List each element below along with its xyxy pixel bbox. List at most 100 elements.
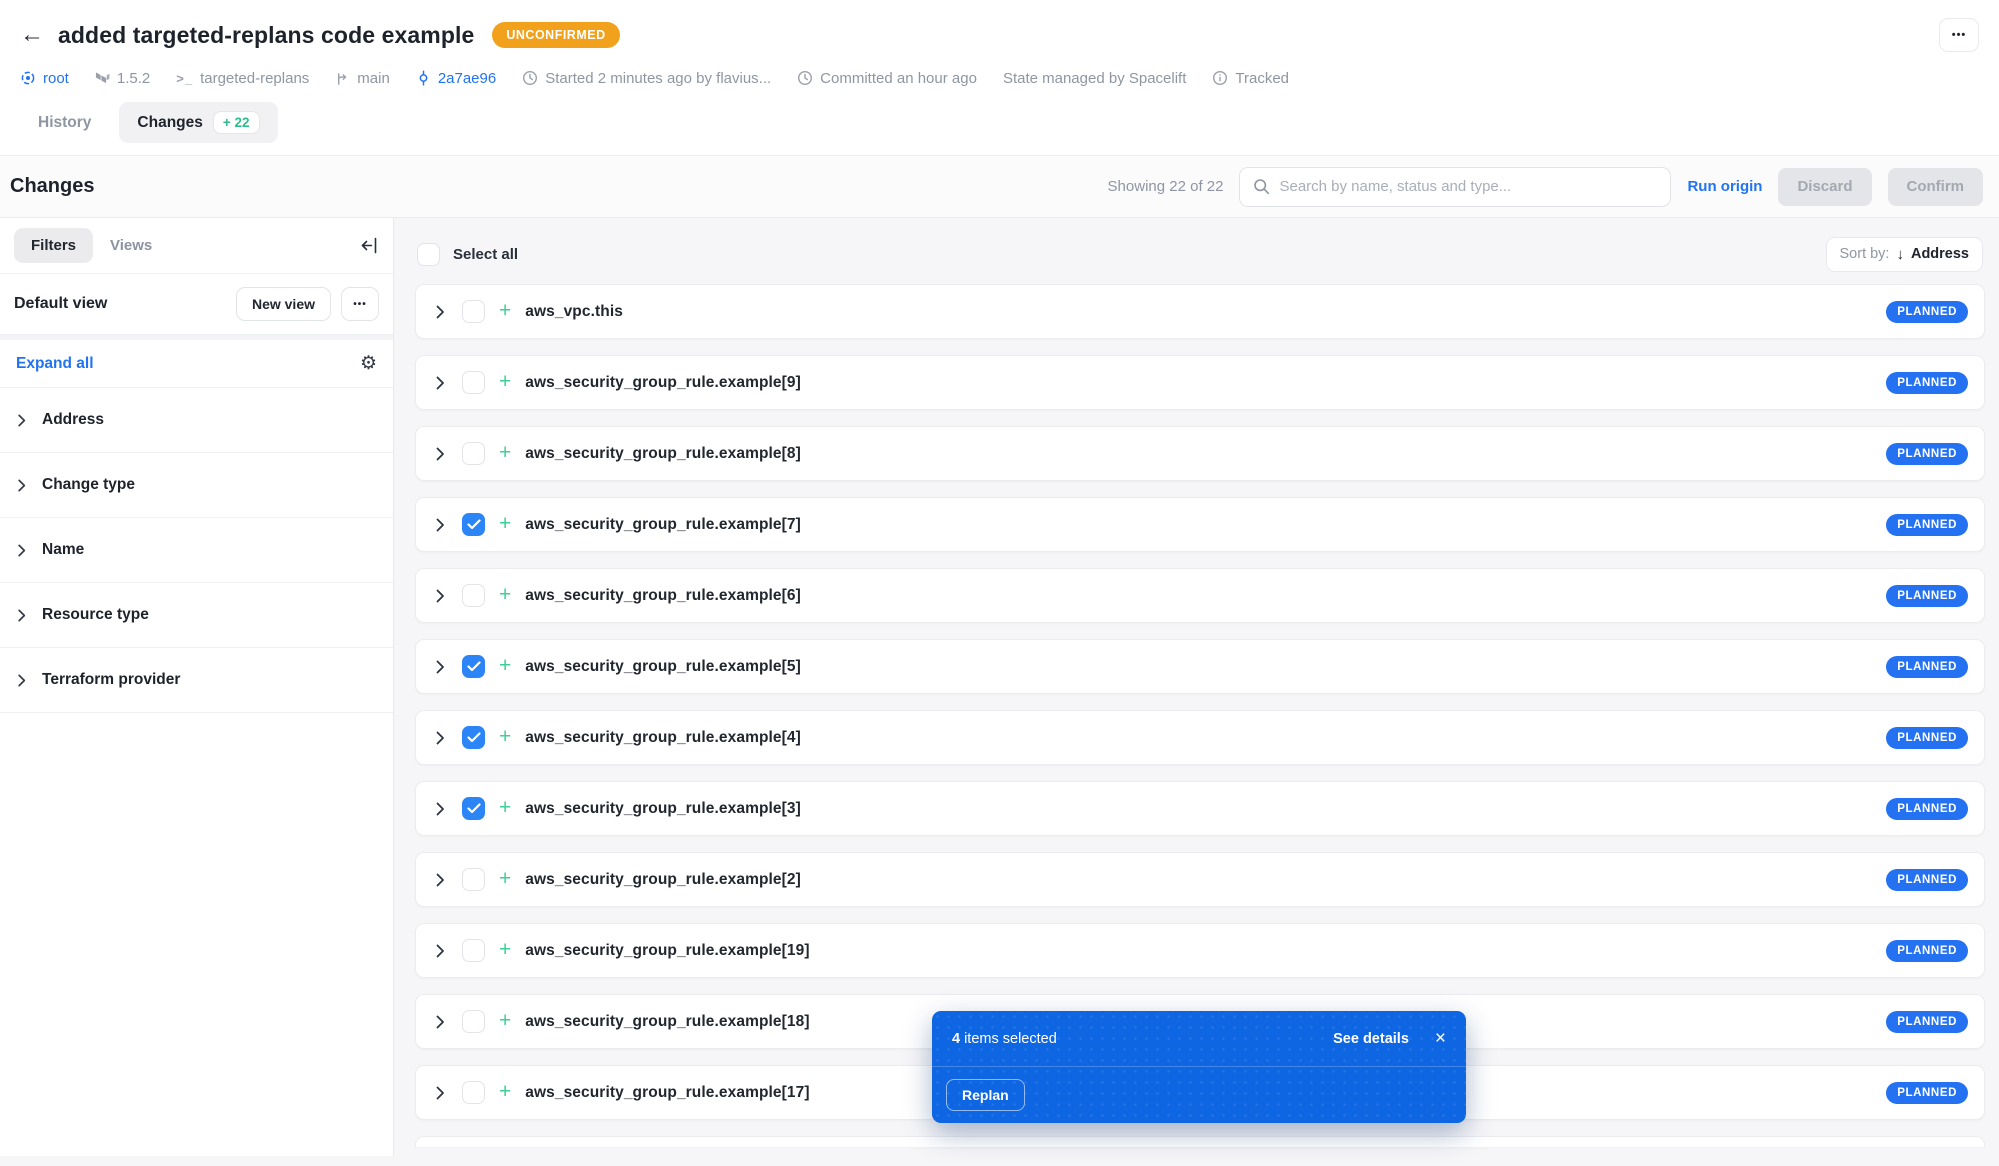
list-item[interactable]: + aws_security_group_rule.example[4] PLA… <box>415 710 1985 765</box>
row-checkbox[interactable] <box>462 300 485 323</box>
create-plus-icon: + <box>499 938 512 961</box>
select-all-checkbox[interactable] <box>417 242 440 266</box>
chevron-right-icon[interactable] <box>432 730 448 746</box>
selected-count: 4 <box>952 1030 961 1047</box>
chevron-right-icon[interactable] <box>432 1085 448 1101</box>
status-badge: PLANNED <box>1886 371 1968 394</box>
create-plus-icon: + <box>499 654 512 677</box>
chevron-right-icon[interactable] <box>432 1014 448 1030</box>
info-icon <box>1212 70 1228 86</box>
chevron-right-icon[interactable] <box>432 517 448 533</box>
row-checkbox[interactable] <box>462 797 485 820</box>
search-input[interactable] <box>1279 178 1658 195</box>
list-item[interactable]: + aws_security_group_rule.example[9] PLA… <box>415 355 1985 410</box>
meta-commit[interactable]: 2a7ae96 <box>416 70 496 87</box>
list-item[interactable]: + aws_security_group_rule.example[6] PLA… <box>415 568 1985 623</box>
filter-section-label: Change type <box>42 476 136 493</box>
terraform-icon <box>95 71 110 86</box>
collapse-sidebar-icon[interactable] <box>361 237 379 254</box>
meta-label: root <box>43 69 69 87</box>
tab-history[interactable]: History <box>20 105 109 141</box>
list-item[interactable]: + aws_security_group_rule.example[19] PL… <box>415 923 1985 978</box>
root-target-icon <box>20 70 36 86</box>
resource-address: aws_security_group_rule.example[6] <box>525 586 801 604</box>
meta-started: Started 2 minutes ago by flavius... <box>522 70 771 87</box>
meta-stack-root[interactable]: root <box>20 70 69 87</box>
sidebar-tab-views[interactable]: Views <box>93 228 169 263</box>
list-item[interactable]: + aws_security_group_rule.example[8] PLA… <box>415 426 1985 481</box>
discard-button[interactable]: Discard <box>1778 167 1872 206</box>
tab-changes[interactable]: Changes + 22 <box>119 102 278 143</box>
chevron-right-icon[interactable] <box>432 659 448 675</box>
list-item[interactable]: + aws_security_group_rule.example[2] PLA… <box>415 852 1985 907</box>
gear-icon[interactable]: ⚙ <box>360 354 377 373</box>
sort-direction-icon: ↓ <box>1896 245 1904 263</box>
run-title: added targeted-replans code example <box>58 21 475 48</box>
row-checkbox[interactable] <box>462 1081 485 1104</box>
filter-section-label: Address <box>42 411 105 428</box>
create-plus-icon: + <box>499 867 512 890</box>
list-item[interactable]: + aws_security_group_rule.example[5] PLA… <box>415 639 1985 694</box>
close-icon[interactable]: × <box>1435 1029 1446 1048</box>
list-item[interactable]: + aws_vpc.this PLANNED <box>415 284 1985 339</box>
resource-address: aws_security_group_rule.example[18] <box>525 1012 810 1030</box>
chevron-right-icon <box>14 673 29 688</box>
row-checkbox[interactable] <box>462 868 485 891</box>
row-checkbox[interactable] <box>462 726 485 749</box>
chevron-right-icon[interactable] <box>432 588 448 604</box>
filter-section-terraform-provider[interactable]: Terraform provider <box>0 648 393 713</box>
sort-by-label: Sort by: <box>1839 246 1890 262</box>
run-meta-row: root 1.5.2 >_ targeted-replans main 2a7a… <box>20 64 1979 92</box>
chevron-right-icon[interactable] <box>432 872 448 888</box>
filters-sidebar: Filters Views Default view New view ••• … <box>0 218 394 1156</box>
row-checkbox[interactable] <box>462 584 485 607</box>
filter-section-resource-type[interactable]: Resource type <box>0 583 393 648</box>
branch-icon <box>335 71 350 86</box>
search-box[interactable] <box>1239 166 1672 207</box>
row-checkbox[interactable] <box>462 513 485 536</box>
changes-count-badge: + 22 <box>212 111 260 134</box>
create-plus-icon: + <box>499 441 512 464</box>
default-view-label: Default view <box>14 295 108 312</box>
sort-by-control[interactable]: Sort by: ↓ Address <box>1825 236 1983 272</box>
filter-sections: Address Change type Name Resource type Terra… <box>0 388 393 713</box>
create-plus-icon: + <box>499 725 512 748</box>
meta-label: 2a7ae96 <box>437 69 497 87</box>
create-plus-icon: + <box>499 299 512 322</box>
chevron-right-icon[interactable] <box>432 304 448 320</box>
list-item[interactable]: + aws_security_group_rule.example[7] PLA… <box>415 497 1985 552</box>
chevron-right-icon[interactable] <box>432 801 448 817</box>
sidebar-tab-filters[interactable]: Filters <box>14 228 94 263</box>
run-header: ← added targeted-replans code example UN… <box>0 0 1999 156</box>
filter-section-label: Name <box>42 541 85 558</box>
showing-count: Showing 22 of 22 <box>1107 178 1224 195</box>
see-details-link[interactable]: See details <box>1333 1031 1409 1047</box>
expand-all-link[interactable]: Expand all <box>16 355 94 373</box>
resource-address: aws_security_group_rule.example[5] <box>525 657 801 675</box>
filter-section-change-type[interactable]: Change type <box>0 453 393 518</box>
row-checkbox[interactable] <box>462 442 485 465</box>
run-origin-link[interactable]: Run origin <box>1687 178 1762 195</box>
replan-button[interactable]: Replan <box>946 1079 1025 1111</box>
back-arrow-icon[interactable]: ← <box>20 23 44 47</box>
list-item-partial[interactable] <box>415 1136 1985 1147</box>
chevron-right-icon[interactable] <box>432 375 448 391</box>
list-item[interactable]: + aws_security_group_rule.example[3] PLA… <box>415 781 1985 836</box>
chevron-right-icon[interactable] <box>432 446 448 462</box>
row-checkbox[interactable] <box>462 939 485 962</box>
filter-section-address[interactable]: Address <box>0 388 393 453</box>
create-plus-icon: + <box>499 1009 512 1032</box>
filter-section-label: Terraform provider <box>42 671 181 688</box>
chevron-right-icon[interactable] <box>432 943 448 959</box>
resource-address: aws_security_group_rule.example[3] <box>525 799 801 817</box>
confirm-button[interactable]: Confirm <box>1887 167 1983 206</box>
row-checkbox[interactable] <box>462 371 485 394</box>
more-options-button[interactable]: ••• <box>1939 18 1979 52</box>
new-view-button[interactable]: New view <box>235 287 331 321</box>
view-options-button[interactable]: ••• <box>341 287 379 321</box>
meta-label: Started 2 minutes ago by flavius... <box>545 69 772 87</box>
chevron-right-icon <box>14 478 29 493</box>
row-checkbox[interactable] <box>462 655 485 678</box>
filter-section-name[interactable]: Name <box>0 518 393 583</box>
row-checkbox[interactable] <box>462 1010 485 1033</box>
